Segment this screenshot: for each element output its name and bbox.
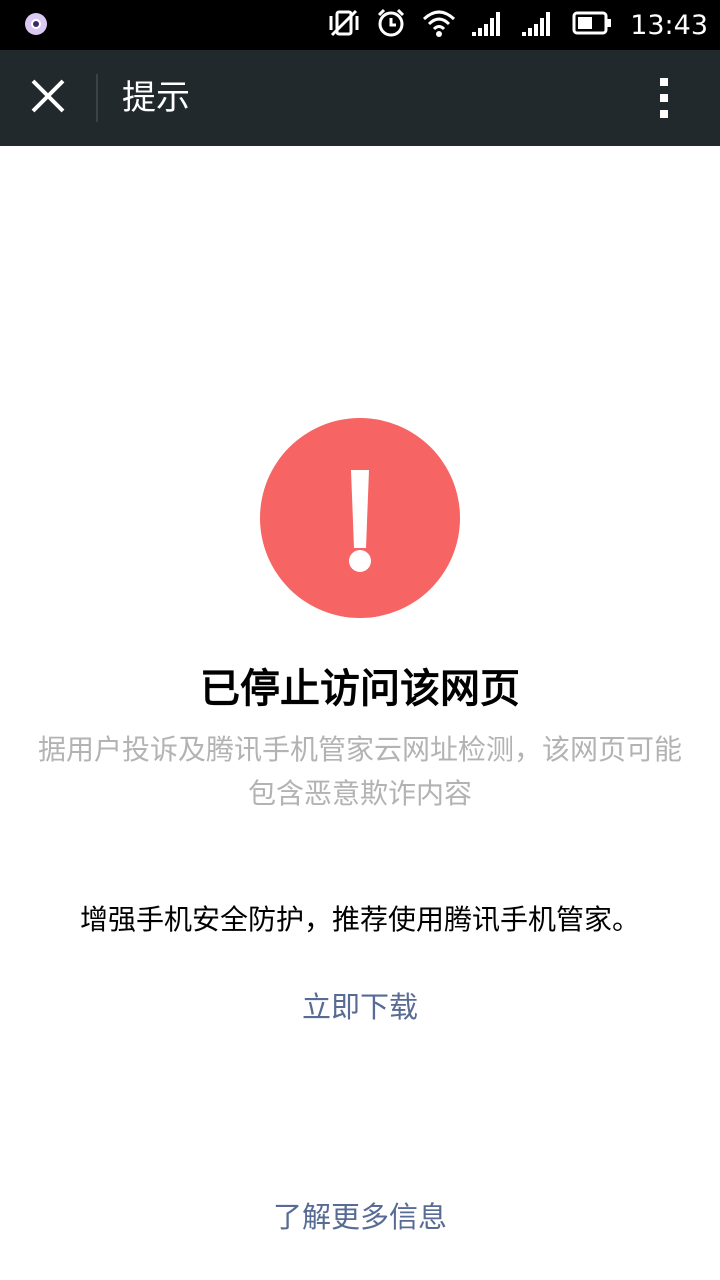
close-button[interactable] (20, 70, 76, 126)
page-title: 提示 (122, 78, 190, 118)
close-icon (30, 78, 66, 118)
more-vertical-icon (658, 76, 670, 124)
alarm-icon (376, 8, 406, 42)
signal-icon (522, 10, 556, 40)
title-bar: 提示 (0, 50, 720, 146)
battery-icon (572, 11, 612, 39)
more-options-button[interactable] (636, 72, 692, 128)
recommendation-text: 增强手机安全防护，推荐使用腾讯手机管家。 (79, 903, 640, 936)
exclamation-circle-icon (260, 418, 460, 618)
warning-description: 据用户投诉及腾讯手机管家云网址检测，该网页可能包含恶意欺诈内容 (37, 733, 682, 810)
signal-icon (472, 10, 506, 40)
download-link[interactable]: 立即下载 (260, 984, 460, 1026)
status-bar: 13:43 (0, 0, 720, 50)
vibrate-off-icon (328, 8, 360, 42)
status-icons: 13:43 (328, 0, 708, 50)
warning-title: 已停止访问该网页 (200, 666, 520, 712)
status-time: 13:43 (630, 9, 708, 41)
title-divider (96, 74, 98, 122)
learn-more-link[interactable]: 了解更多信息 (220, 1194, 500, 1236)
app-notification-icon (22, 10, 50, 38)
wifi-icon (422, 9, 456, 41)
